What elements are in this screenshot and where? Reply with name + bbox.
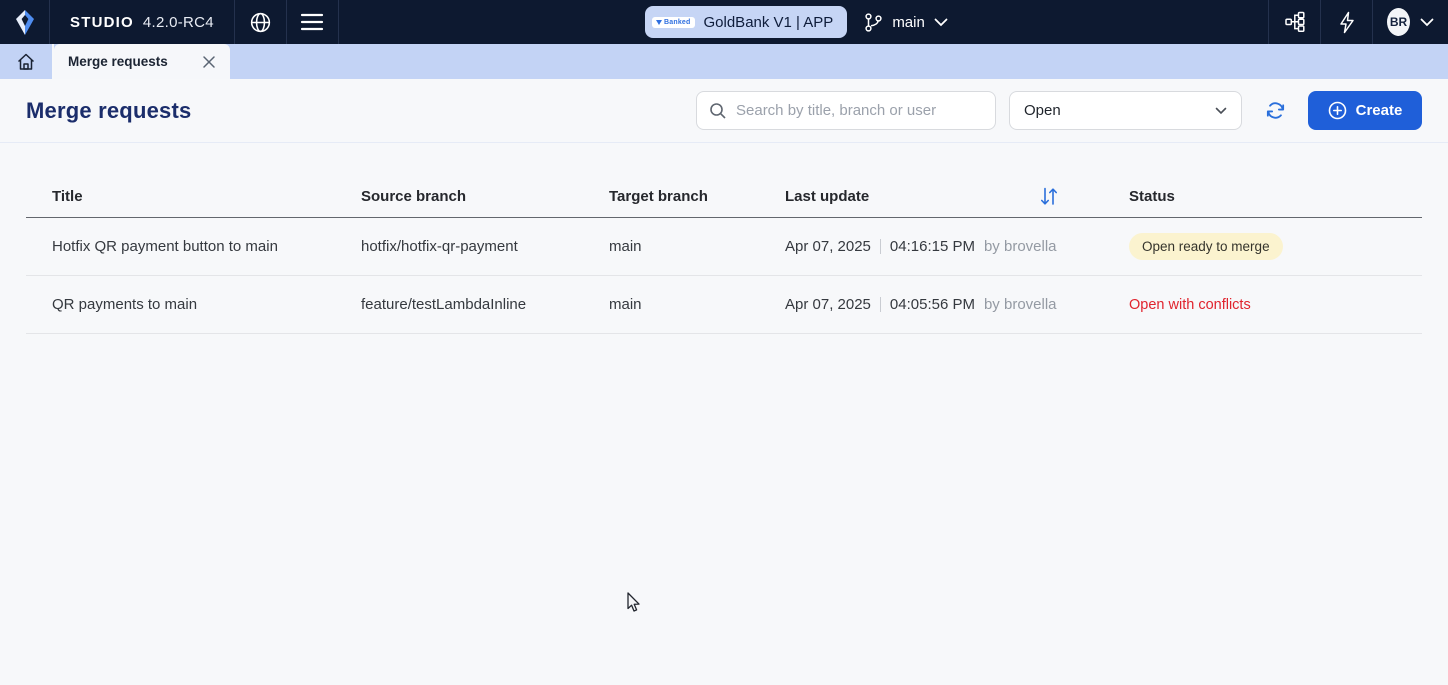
branch-selector[interactable]: main xyxy=(864,12,948,33)
globe-icon xyxy=(248,10,273,35)
status-badge: Open ready to merge xyxy=(1129,233,1283,260)
column-header-source-branch: Source branch xyxy=(361,188,609,205)
mr-status-cell: Open with conflicts xyxy=(1129,296,1422,313)
brand-block: STUDIO 4.2.0-RC4 xyxy=(50,0,235,44)
navbar-center: Banked GoldBank V1 | APP main xyxy=(645,0,948,44)
tab-label: Merge requests xyxy=(68,54,192,69)
search-input[interactable] xyxy=(736,102,983,119)
column-header-title: Title xyxy=(26,188,361,205)
mr-author: by brovella xyxy=(984,238,1057,255)
studio-logo-icon xyxy=(13,9,37,36)
status-filter-dropdown[interactable]: Open xyxy=(1009,91,1242,130)
table-row[interactable]: Hotfix QR payment button to main hotfix/… xyxy=(26,218,1422,276)
banked-logo-text: Banked xyxy=(664,19,691,26)
studio-logo xyxy=(0,0,50,44)
page-title: Merge requests xyxy=(26,98,191,124)
user-menu[interactable]: BR xyxy=(1372,0,1448,44)
home-icon xyxy=(16,52,36,72)
app-window: STUDIO 4.2.0-RC4 xyxy=(0,0,1448,685)
home-tab[interactable] xyxy=(0,44,52,79)
brand-version: 4.2.0-RC4 xyxy=(143,14,214,31)
table-row[interactable]: QR payments to main feature/testLambdaIn… xyxy=(26,276,1422,334)
sitemap-icon xyxy=(1284,11,1306,33)
page-header: Merge requests Open xyxy=(0,79,1448,143)
brand-name: STUDIO xyxy=(70,14,134,31)
mr-date: Apr 07, 2025 xyxy=(785,296,871,313)
search-icon xyxy=(709,102,727,120)
git-branch-icon xyxy=(864,12,883,33)
mr-date: Apr 07, 2025 xyxy=(785,238,871,255)
mr-title: QR payments to main xyxy=(26,296,361,313)
mr-target-branch: main xyxy=(609,296,785,313)
main-menu-button[interactable] xyxy=(287,0,339,44)
date-time-divider xyxy=(880,239,881,254)
merge-requests-table: Title Source branch Target branch Last u… xyxy=(26,175,1422,334)
column-header-last-update-wrap: Last update xyxy=(785,184,1129,209)
sort-last-update-button[interactable] xyxy=(1037,184,1061,209)
create-button[interactable]: Create xyxy=(1308,91,1422,130)
mr-status-cell: Open ready to merge xyxy=(1129,233,1422,260)
tab-close-icon[interactable] xyxy=(202,55,216,69)
mr-time: 04:16:15 PM xyxy=(890,238,975,255)
mr-target-branch: main xyxy=(609,238,785,255)
mr-time: 04:05:56 PM xyxy=(890,296,975,313)
status-filter-value: Open xyxy=(1024,102,1215,119)
column-header-target-branch: Target branch xyxy=(609,188,785,205)
lightning-bolt-icon xyxy=(1338,11,1356,34)
mr-source-branch: hotfix/hotfix-qr-payment xyxy=(361,238,609,255)
app-name-label: GoldBank V1 | APP xyxy=(704,14,834,31)
search-box xyxy=(696,91,996,130)
navbar-right: BR xyxy=(1268,0,1448,44)
banked-logo-badge: Banked xyxy=(652,17,695,28)
quick-actions-button[interactable] xyxy=(1320,0,1372,44)
branch-chevron-down-icon xyxy=(934,18,948,27)
mr-title: Hotfix QR payment button to main xyxy=(26,238,361,255)
status-text: Open with conflicts xyxy=(1129,297,1251,313)
language-globe-button[interactable] xyxy=(235,0,287,44)
refresh-icon xyxy=(1264,99,1287,122)
tab-bar: Merge requests xyxy=(0,44,1448,79)
dropdown-chevron-down-icon xyxy=(1215,107,1227,115)
sort-arrows-icon xyxy=(1039,186,1059,207)
mr-last-update: Apr 07, 2025 04:16:15 PM by brovella xyxy=(785,238,1129,255)
banked-logo-icon xyxy=(656,20,662,25)
user-avatar: BR xyxy=(1387,8,1410,36)
tab-merge-requests[interactable]: Merge requests xyxy=(54,44,230,79)
plus-circle-icon xyxy=(1328,101,1347,120)
create-button-label: Create xyxy=(1356,102,1403,119)
mr-source-branch: feature/testLambdaInline xyxy=(361,296,609,313)
sitemap-button[interactable] xyxy=(1268,0,1320,44)
header-controls: Open xyxy=(696,91,1422,131)
column-header-last-update: Last update xyxy=(785,188,869,205)
mr-author: by brovella xyxy=(984,296,1057,313)
mouse-cursor xyxy=(627,592,642,613)
hamburger-icon xyxy=(300,13,324,31)
branch-name: main xyxy=(892,14,925,31)
mr-last-update: Apr 07, 2025 04:05:56 PM by brovella xyxy=(785,296,1129,313)
user-chevron-down-icon xyxy=(1420,18,1434,27)
table-header-row: Title Source branch Target branch Last u… xyxy=(26,175,1422,218)
date-time-divider xyxy=(880,297,881,312)
refresh-button[interactable] xyxy=(1255,91,1295,131)
app-selector-chip[interactable]: Banked GoldBank V1 | APP xyxy=(645,6,847,38)
column-header-status: Status xyxy=(1129,188,1422,205)
top-navbar: STUDIO 4.2.0-RC4 xyxy=(0,0,1448,44)
